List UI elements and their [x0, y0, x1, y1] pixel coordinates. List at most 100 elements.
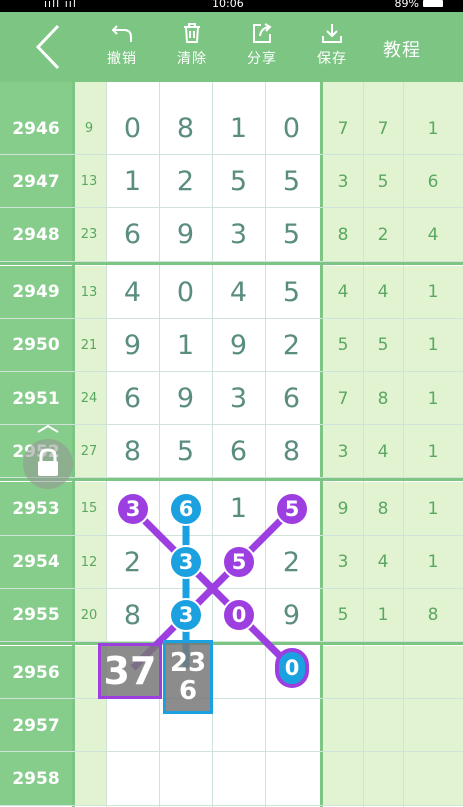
trash-icon: [184, 23, 200, 43]
summary-purple-box: 37: [98, 643, 162, 699]
lock-button[interactable]: [20, 420, 76, 490]
sum-value: 20: [72, 588, 106, 642]
digit-cell[interactable]: 5: [265, 265, 318, 319]
download-icon: [322, 24, 342, 43]
undo-label: 撤销: [107, 51, 137, 67]
grid-line: [0, 587, 463, 589]
digit-cell[interactable]: [106, 82, 159, 102]
grid-line: [0, 317, 463, 319]
span-value: 1: [363, 588, 403, 642]
table-row: 2950 21 9 1 9 2 5 5 1: [0, 318, 463, 372]
span-value: 1: [403, 425, 463, 479]
span-value: [403, 646, 463, 699]
issue-number: 2953: [0, 482, 72, 536]
span-value: 5: [323, 588, 363, 642]
end-marker: 0: [275, 648, 309, 688]
digit-cell[interactable]: 3: [212, 372, 265, 425]
digit-cell[interactable]: 1: [159, 318, 212, 372]
sum-value: [72, 752, 106, 806]
signal-indicator: ııll ııl: [44, 0, 77, 10]
digit-cell[interactable]: 0: [265, 102, 318, 155]
span-value: [363, 752, 403, 806]
section-divider: [0, 261, 463, 265]
span-value: 9: [323, 482, 363, 536]
span-value: 1: [403, 318, 463, 372]
issue-number: [0, 82, 72, 102]
digit-cell[interactable]: 8: [106, 425, 159, 479]
back-button[interactable]: [30, 22, 70, 72]
digit-cell[interactable]: 6: [265, 372, 318, 425]
section-divider: [0, 642, 463, 645]
digit-cell[interactable]: [212, 82, 265, 102]
issue-number: 2949: [0, 265, 72, 319]
digit-cell[interactable]: 1: [212, 482, 265, 536]
span-value: [363, 82, 403, 102]
table-row: 2949 13 4 0 4 5 4 4 1: [0, 265, 463, 319]
digit-cell[interactable]: 6: [106, 208, 159, 262]
sum-value: 15: [72, 482, 106, 536]
digit-cell[interactable]: 4: [212, 265, 265, 319]
digit-cell[interactable]: 5: [265, 155, 318, 209]
tutorial-button[interactable]: 教程: [372, 36, 432, 62]
digit-cell[interactable]: [265, 752, 318, 806]
digit-cell[interactable]: 8: [265, 425, 318, 479]
digit-cell[interactable]: 6: [212, 425, 265, 479]
clock: 10:06: [212, 0, 244, 10]
digit-cell[interactable]: 5: [265, 208, 318, 262]
digit-cell[interactable]: 9: [212, 318, 265, 372]
digit-cell[interactable]: 2: [265, 318, 318, 372]
span-value: [323, 699, 363, 753]
span-value: [323, 752, 363, 806]
digit-cell[interactable]: [265, 699, 318, 753]
digit-cell[interactable]: 8: [159, 102, 212, 155]
table-row: 2953153615981: [0, 482, 463, 536]
digit-cell[interactable]: [106, 752, 159, 806]
digit-cell[interactable]: [106, 699, 159, 753]
span-value: 5: [363, 155, 403, 209]
share-button[interactable]: 分享: [232, 22, 292, 76]
sum-value: 21: [72, 318, 106, 372]
undo-button[interactable]: 撤销: [92, 22, 152, 76]
digit-cell[interactable]: 4: [106, 265, 159, 319]
table-row: 2947 13 1 2 5 5 3 5 6: [0, 155, 463, 209]
digit-cell[interactable]: [212, 646, 265, 699]
sum-value: 23: [72, 208, 106, 262]
digit-cell[interactable]: 6: [106, 372, 159, 425]
digit-cell[interactable]: 0: [106, 102, 159, 155]
save-button[interactable]: 保存: [302, 22, 362, 76]
digit-cell[interactable]: 2: [159, 155, 212, 209]
digit-cell[interactable]: 9: [159, 372, 212, 425]
digit-cell[interactable]: 2: [265, 535, 318, 589]
issue-number: 2958: [0, 752, 72, 806]
digit-cell[interactable]: [159, 82, 212, 102]
span-value: 5: [363, 318, 403, 372]
issue-number: 2956: [0, 646, 72, 699]
span-value: [363, 699, 403, 753]
digit-cell[interactable]: 2: [106, 535, 159, 589]
grid-line: [0, 154, 463, 156]
issue-number: 2951: [0, 372, 72, 425]
digit-cell[interactable]: 3: [212, 208, 265, 262]
digit-cell[interactable]: 5: [159, 425, 212, 479]
highlight-mark: 5: [222, 545, 256, 580]
digit-cell[interactable]: 9: [159, 208, 212, 262]
span-value: 3: [323, 425, 363, 479]
digit-cell[interactable]: [212, 752, 265, 806]
grid-line: [0, 371, 463, 372]
digit-cell[interactable]: [212, 699, 265, 753]
span-value: [403, 752, 463, 806]
digit-cell[interactable]: 0: [159, 265, 212, 319]
clear-button[interactable]: 清除: [162, 22, 222, 76]
digit-cell[interactable]: [159, 752, 212, 806]
save-label: 保存: [317, 51, 347, 67]
digit-cell[interactable]: 8: [106, 588, 159, 642]
digit-cell[interactable]: 1: [106, 155, 159, 209]
digit-cell[interactable]: 1: [212, 102, 265, 155]
digit-cell[interactable]: 9: [265, 588, 318, 642]
digit-cell[interactable]: [265, 82, 318, 102]
span-value: 2: [363, 208, 403, 262]
digit-cell[interactable]: 9: [106, 318, 159, 372]
digit-cell[interactable]: 5: [212, 155, 265, 209]
table-row: 2951 24 6 9 3 6 7 8 1: [0, 372, 463, 425]
span-value: 4: [403, 208, 463, 262]
